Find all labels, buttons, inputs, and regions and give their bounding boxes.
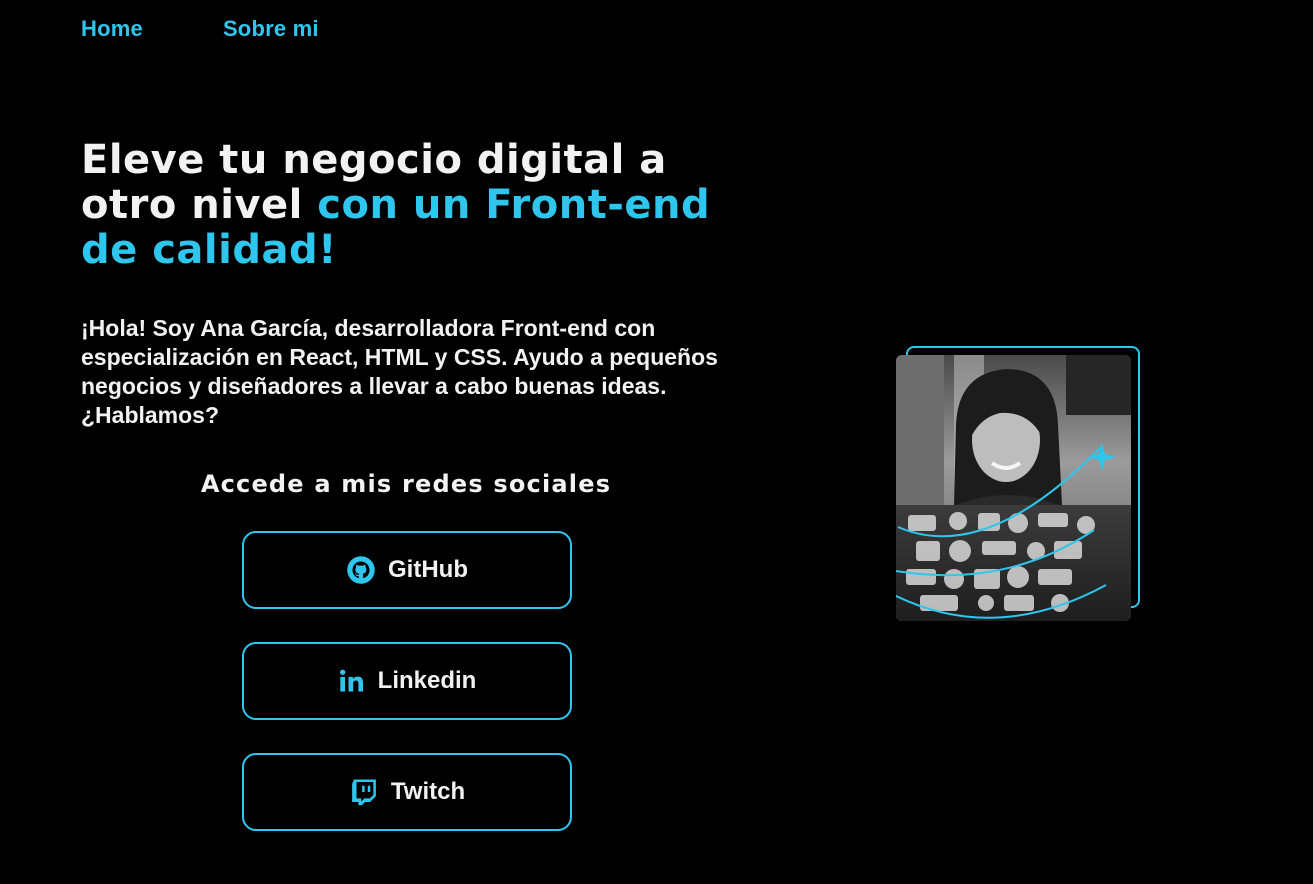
hero-intro: ¡Hola! Soy Ana García, desarrolladora Fr… <box>81 315 718 428</box>
linkedin-icon <box>338 667 366 695</box>
twitch-label: Twitch <box>390 778 466 805</box>
github-button[interactable]: GitHub <box>242 531 572 609</box>
hero-headline: Eleve tu negocio digital a otro nivel co… <box>81 138 761 273</box>
github-icon <box>346 555 376 585</box>
social-title: Accede a mis redes sociales <box>200 470 612 498</box>
github-label: GitHub <box>388 556 468 583</box>
linkedin-button[interactable]: Linkedin <box>242 642 572 720</box>
main-nav: Home Sobre mi <box>81 16 319 42</box>
nav-about-link[interactable]: Sobre mi <box>223 16 319 42</box>
nav-home-link[interactable]: Home <box>81 16 143 42</box>
linkedin-label: Linkedin <box>377 667 477 694</box>
profile-photo <box>896 355 1131 621</box>
profile-photo-card <box>896 346 1141 621</box>
twitch-button[interactable]: Twitch <box>242 753 572 831</box>
twitch-icon <box>349 777 379 807</box>
